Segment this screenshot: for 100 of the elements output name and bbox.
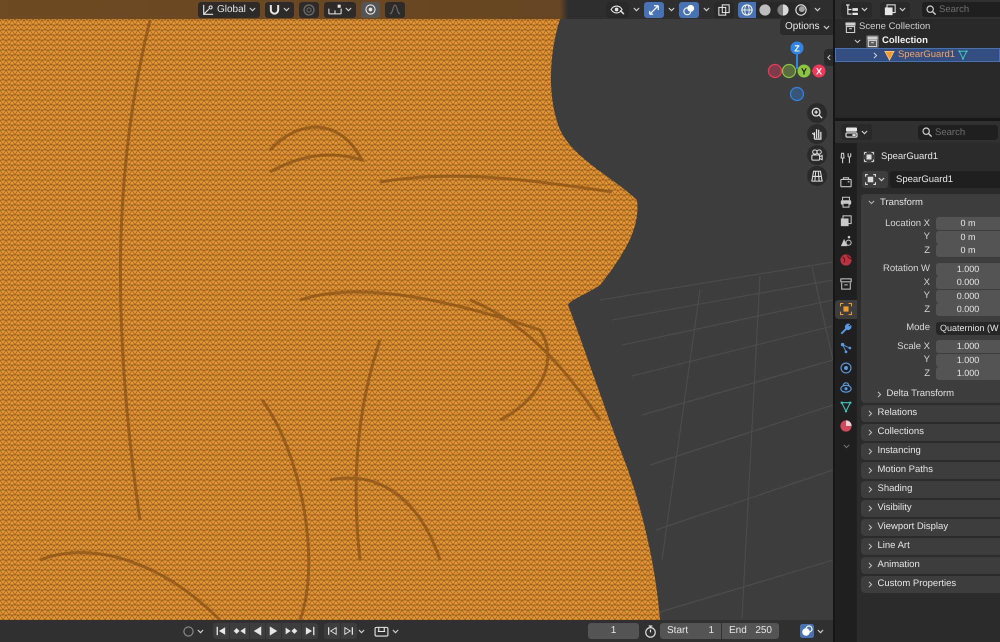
selectability-toggle[interactable] (606, 2, 629, 18)
display-mode-dropdown[interactable] (880, 2, 910, 18)
negative-axis-handle[interactable] (768, 64, 782, 78)
panel-header[interactable]: Collections (861, 424, 1000, 440)
axis-handle[interactable]: X (812, 64, 826, 78)
number-field[interactable]: 0 m (936, 244, 1000, 257)
number-field[interactable]: 0 m (936, 230, 1000, 244)
magnet-icon (268, 4, 280, 16)
panel-header[interactable]: Instancing (861, 442, 1000, 460)
number-field[interactable]: 1.000 (936, 367, 1000, 380)
object-tab[interactable] (835, 300, 857, 318)
step-back-button[interactable] (324, 623, 340, 639)
archive-icon (866, 34, 879, 48)
field-label: Rotation W (882, 263, 931, 275)
triangle-outline-icon[interactable] (958, 50, 968, 60)
object-name-field[interactable]: SpearGuard1 (890, 171, 1000, 188)
caret-icon[interactable] (703, 7, 710, 12)
caret-icon (248, 7, 256, 12)
archive-icon (840, 278, 852, 290)
axes-icon (202, 4, 214, 16)
panel-header[interactable]: Visibility (861, 500, 1000, 516)
subpanel-header[interactable]: Delta Transform (861, 386, 960, 402)
outliner-row[interactable]: Collection (835, 34, 1000, 48)
caret-icon (861, 130, 868, 134)
caret-icon[interactable] (668, 7, 675, 12)
editor-type-dropdown[interactable] (841, 2, 872, 18)
stopwatch-icon[interactable] (645, 624, 656, 638)
panel-header[interactable]: Transform (861, 194, 1000, 211)
panel-header[interactable]: Shading (861, 480, 1000, 498)
number-field[interactable]: 1.000 (936, 354, 1000, 366)
panel-header[interactable]: Custom Properties (861, 576, 1000, 592)
outliner-row[interactable]: Scene Collection (835, 20, 1000, 34)
jump-to-start-button[interactable] (213, 623, 229, 639)
chevron-right-icon[interactable] (873, 52, 878, 58)
eye-icon (610, 4, 625, 15)
proportional-editing-toggle[interactable] (360, 2, 380, 18)
number-field[interactable]: 0.000 (936, 276, 1000, 289)
data-block-dropdown[interactable] (862, 171, 888, 188)
linked-rings-icon (840, 381, 852, 393)
negative-axis-handle[interactable] (790, 86, 804, 102)
outliner-row[interactable]: SpearGuard1 (835, 48, 1000, 62)
step-forward-button[interactable] (341, 623, 357, 639)
rendered-shading-button[interactable] (792, 2, 810, 18)
xray-toggle[interactable] (714, 2, 734, 18)
gizmo-toggle[interactable] (644, 2, 664, 18)
panel-header[interactable]: Line Art (861, 538, 1000, 554)
field-label: Y (922, 290, 931, 302)
end-frame-field[interactable]: End 250 (722, 623, 779, 639)
item-label: SpearGuard1 (898, 49, 956, 61)
field-label: Scale X (896, 340, 931, 352)
play-reverse-button[interactable] (250, 623, 265, 639)
number-field[interactable]: 1.000 (936, 340, 1000, 353)
perspective-grid-icon (811, 170, 823, 182)
search-field[interactable]: Search (918, 124, 998, 140)
editor-type-dropdown[interactable] (841, 124, 872, 140)
pan-button[interactable] (807, 124, 827, 144)
caret-icon[interactable] (358, 628, 365, 634)
wireframe-shading-button[interactable] (738, 2, 756, 18)
snap-dropdown[interactable] (264, 2, 294, 18)
negative-axis-handle[interactable] (782, 64, 796, 78)
camera-view-button[interactable] (807, 145, 827, 165)
zoom-icon (811, 107, 823, 119)
caret-icon[interactable] (633, 7, 640, 12)
overlapping-squares-icon (718, 4, 730, 16)
perspective-toggle[interactable] (807, 166, 827, 186)
circles-icon (800, 624, 814, 638)
diamond-back-icon (233, 626, 246, 636)
sidebar-toggle[interactable] (824, 49, 833, 66)
play-button[interactable] (266, 623, 281, 639)
step-forward-icon (344, 626, 354, 636)
solid-shading-button[interactable] (756, 2, 774, 18)
overlay-toggle[interactable] (679, 2, 699, 18)
panel-header[interactable]: Animation (861, 556, 1000, 574)
panel-header[interactable]: Motion Paths (861, 462, 1000, 478)
connected-dots-icon (840, 342, 852, 354)
caret-icon (197, 628, 204, 634)
search-field[interactable]: Search (922, 2, 1000, 17)
start-frame-field[interactable]: Start 1 (660, 623, 721, 639)
current-frame-field[interactable]: 1 (588, 623, 639, 639)
caret-icon[interactable] (814, 7, 821, 12)
panel-header[interactable]: Relations (861, 404, 1000, 422)
mode-dropdown[interactable]: Quaternion (W (936, 322, 1000, 334)
number-field[interactable]: 1.000 (936, 262, 1000, 276)
next-keyframe-button[interactable] (282, 623, 301, 639)
panel-header[interactable]: Viewport Display (861, 518, 1000, 536)
number-field[interactable]: 0.000 (936, 290, 1000, 302)
field-label: Z (923, 368, 931, 380)
number-field[interactable]: 0.000 (936, 303, 1000, 316)
orientation-dropdown[interactable]: Global (198, 2, 260, 18)
caret-icon (823, 24, 830, 30)
zoom-button[interactable] (807, 103, 827, 123)
ring-icon (302, 4, 315, 16)
search-icon (922, 127, 932, 137)
play-icon (269, 626, 278, 636)
number-field[interactable]: 0 m (936, 217, 1000, 230)
options-dropdown[interactable]: Options (780, 19, 833, 35)
snap-increment-dropdown[interactable] (324, 2, 356, 18)
previous-keyframe-button[interactable] (230, 623, 249, 639)
jump-to-end-button[interactable] (302, 623, 318, 639)
axis-handle[interactable]: Y (798, 64, 810, 78)
